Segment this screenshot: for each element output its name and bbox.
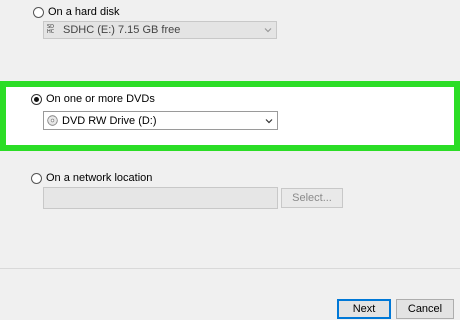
next-button[interactable]: Next — [337, 299, 391, 319]
network-radio[interactable] — [31, 172, 42, 184]
hard-disk-label: On a hard disk — [48, 6, 120, 18]
dvd-disc-icon — [47, 115, 58, 126]
footer-divider — [0, 268, 460, 269]
dvd-label: On one or more DVDs — [46, 93, 155, 105]
network-option[interactable]: On a network location — [31, 172, 152, 184]
chevron-down-icon — [264, 28, 272, 33]
hard-disk-drive-select[interactable]: SD HC SDHC (E:) 7.15 GB free — [43, 21, 277, 39]
hard-disk-option[interactable]: On a hard disk — [33, 6, 120, 18]
cancel-button[interactable]: Cancel — [396, 299, 454, 319]
dvd-radio[interactable] — [31, 93, 42, 105]
network-location-input[interactable] — [43, 187, 278, 209]
network-label: On a network location — [46, 172, 153, 184]
select-button[interactable]: Select... — [281, 188, 343, 208]
hard-disk-radio[interactable] — [33, 6, 44, 18]
hard-disk-drive-value: SDHC (E:) 7.15 GB free — [63, 24, 181, 36]
sd-card-icon: SD HC — [47, 24, 55, 35]
chevron-down-icon — [265, 118, 273, 123]
dvd-option[interactable]: On one or more DVDs — [31, 93, 155, 105]
dvd-drive-select[interactable]: DVD RW Drive (D:) — [43, 111, 278, 130]
dvd-drive-value: DVD RW Drive (D:) — [62, 114, 157, 127]
